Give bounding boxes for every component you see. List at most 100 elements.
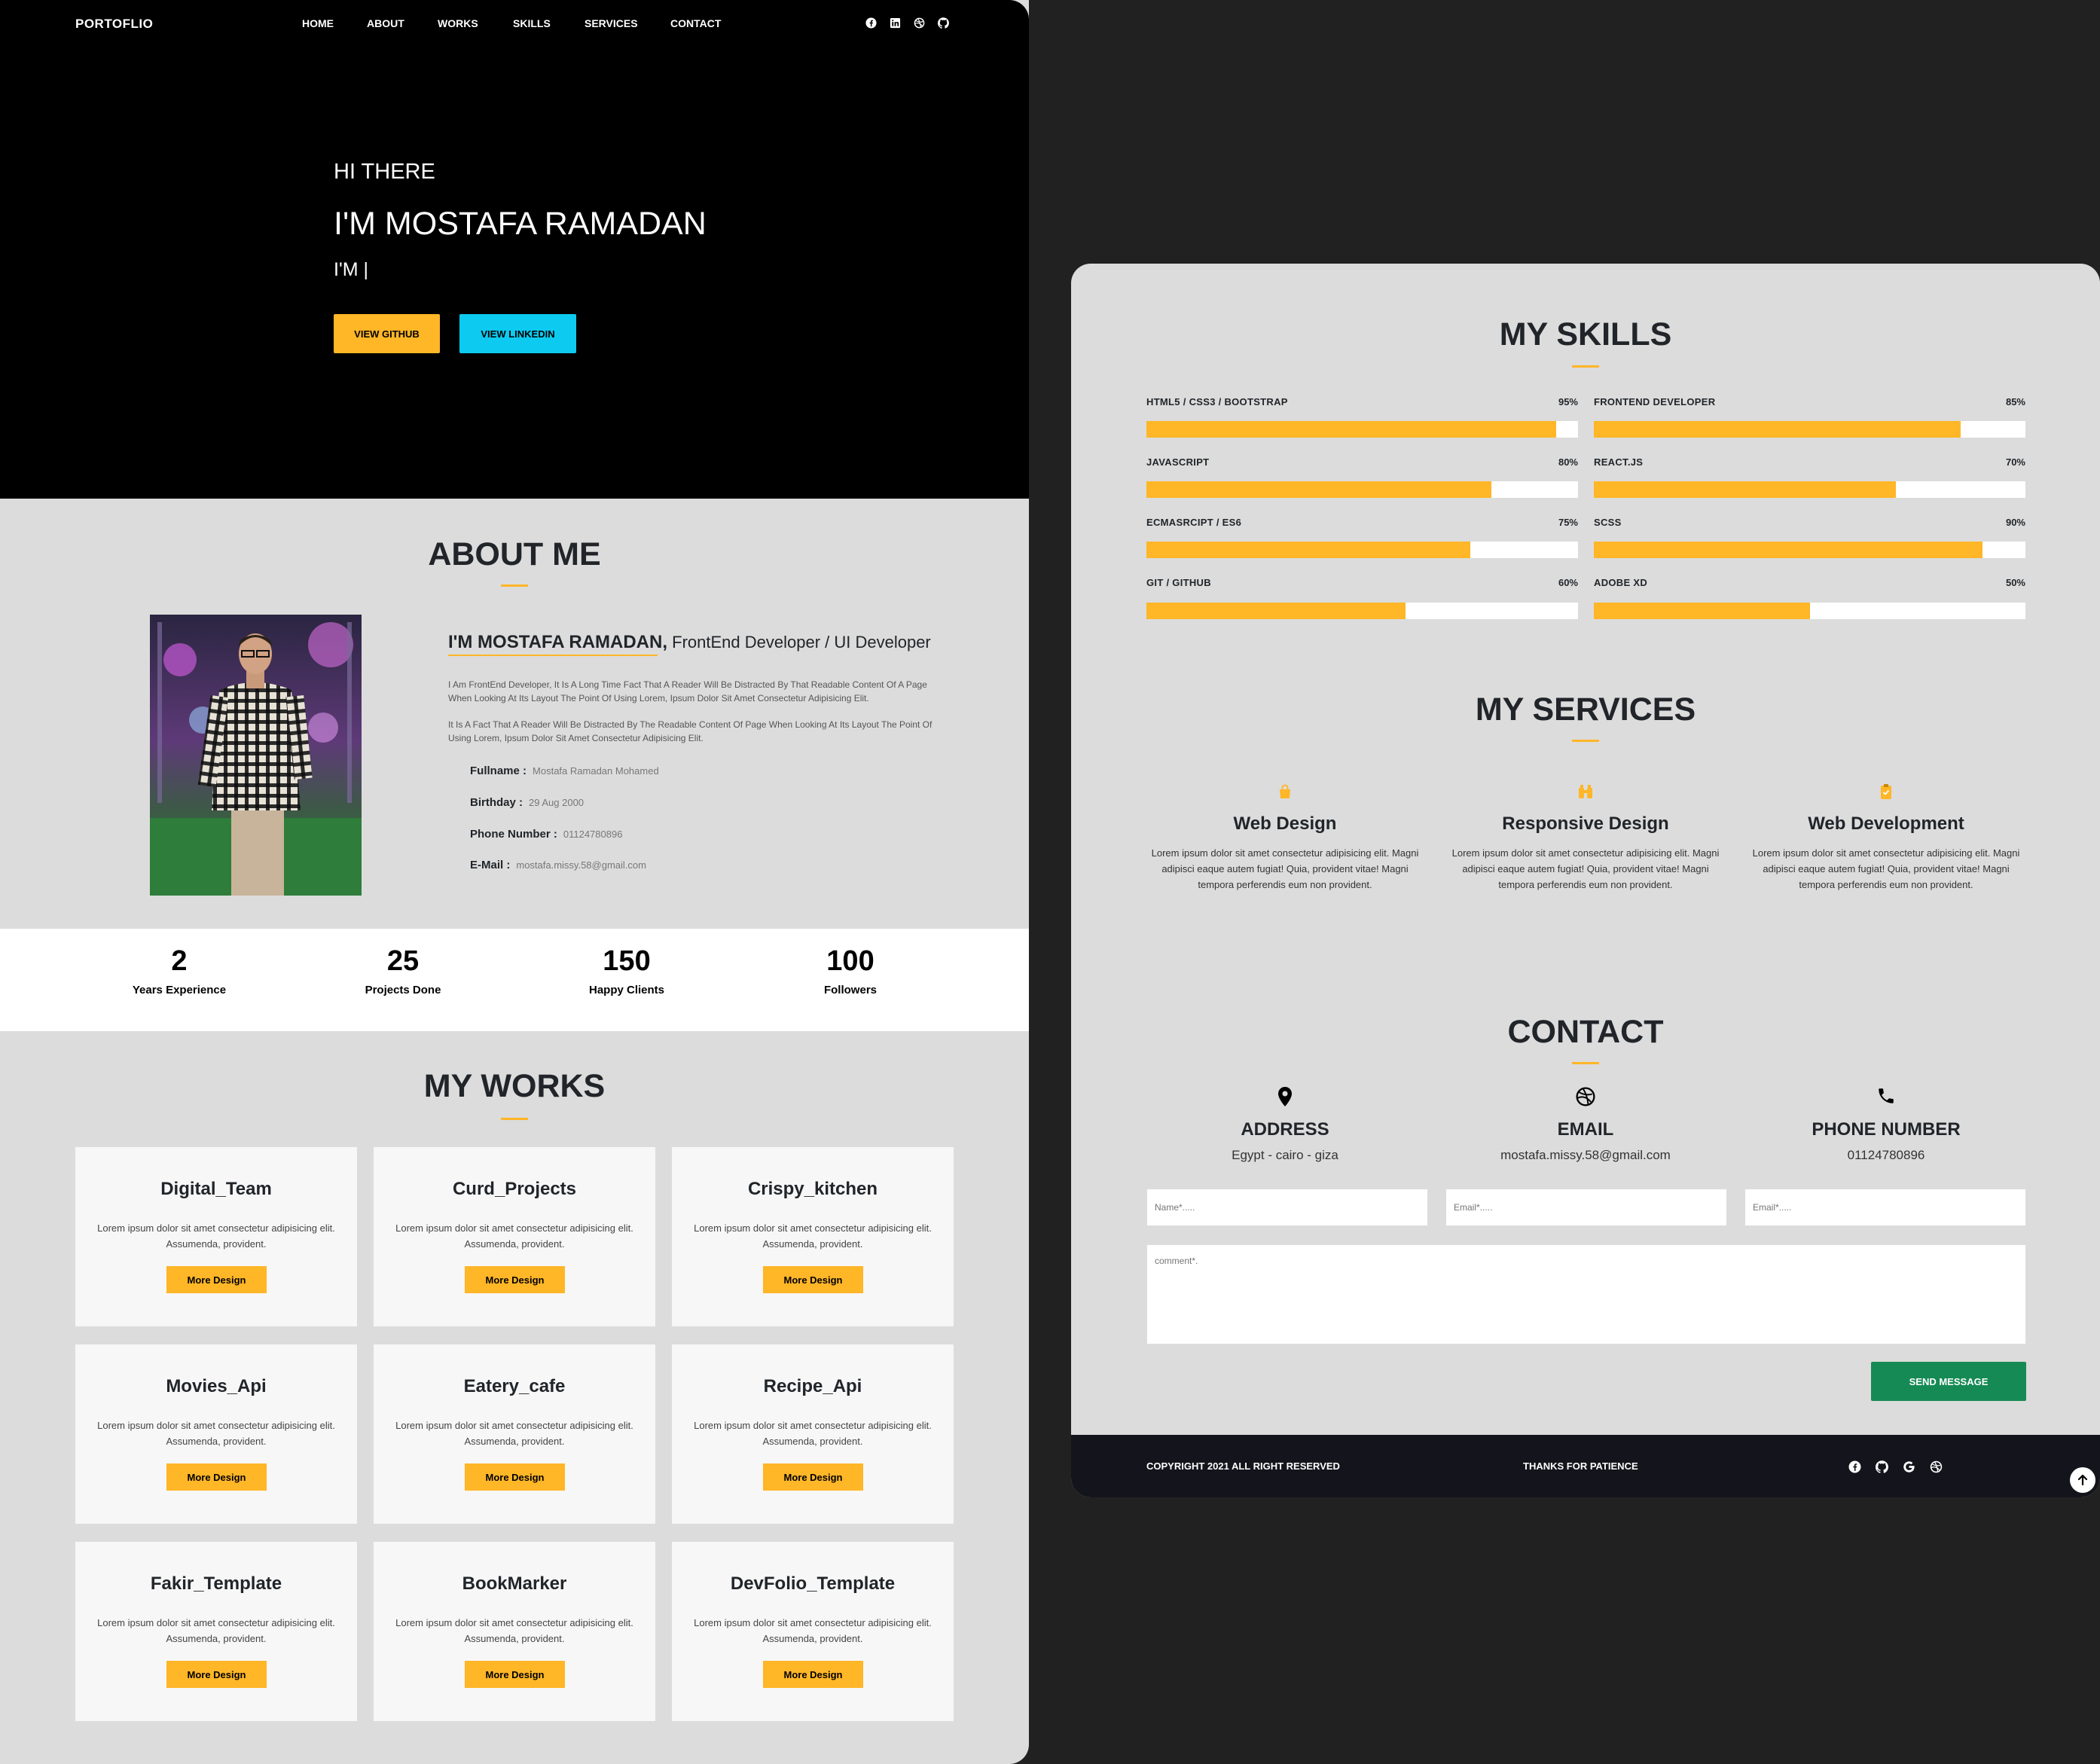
- work-card-title: Movies_Api: [166, 1376, 267, 1396]
- skill-percent: 95%: [1558, 396, 1578, 407]
- about-heading: I'M MOSTAFA RAMADAN, FrontEnd Developer …: [448, 632, 931, 653]
- nav-services[interactable]: SERVICES: [585, 17, 638, 29]
- more-design-button[interactable]: More Design: [166, 1266, 267, 1293]
- skill-name: GIT / GITHUB: [1146, 577, 1211, 588]
- about-heading-role: FrontEnd Developer / UI Developer: [672, 633, 931, 652]
- contact-value: 01124780896: [1847, 1148, 1925, 1162]
- about-heading-name: I'M MOSTAFA RAMADAN,: [448, 632, 668, 652]
- dribbble-icon[interactable]: [913, 17, 925, 29]
- more-design-button[interactable]: More Design: [166, 1661, 267, 1688]
- comment-textarea[interactable]: [1146, 1244, 2026, 1344]
- more-design-button[interactable]: More Design: [166, 1463, 267, 1491]
- contact-label: PHONE NUMBER: [1812, 1119, 1961, 1140]
- work-card-title: Crispy_kitchen: [747, 1179, 878, 1199]
- nav-skills[interactable]: SKILLS: [513, 17, 551, 29]
- skill-percent: 75%: [1558, 517, 1578, 528]
- site-logo[interactable]: PORTOFLIO: [75, 17, 153, 32]
- google-icon[interactable]: [1901, 1459, 1916, 1474]
- contact-phone: PHONE NUMBER 01124780896: [1737, 1086, 2035, 1163]
- skills-title-underline: [1572, 365, 1599, 368]
- contact-label: EMAIL: [1557, 1119, 1614, 1140]
- stat-number: 25: [386, 945, 420, 977]
- info-value: 01124780896: [563, 829, 623, 840]
- work-card-title: Curd_Projects: [452, 1179, 577, 1199]
- info-label: Phone Number: [470, 828, 551, 841]
- skill-bar-fill: [1146, 421, 1557, 438]
- stat-label: Happy Clients: [588, 984, 665, 996]
- skill-bar: [1594, 421, 2025, 438]
- service-desc: Lorem ipsum dolor sit amet consectetur a…: [1151, 847, 1419, 890]
- work-card-title: BookMarker: [462, 1573, 567, 1594]
- skill-percent: 70%: [2005, 456, 2025, 468]
- about-heading-underline: [448, 655, 658, 656]
- skill-percent: 90%: [2005, 517, 2025, 528]
- github-icon[interactable]: [1874, 1459, 1889, 1474]
- work-card-desc: Lorem ipsum dolor sit amet consectetur a…: [395, 1420, 633, 1447]
- linkedin-icon[interactable]: [889, 17, 901, 29]
- more-design-button[interactable]: More Design: [763, 1463, 863, 1491]
- skill-bar-fill: [1594, 542, 1982, 558]
- service-web-development: Web Development Lorem ipsum dolor sit am…: [1737, 783, 2035, 893]
- send-message-button[interactable]: SEND MESSAGE: [1871, 1362, 2026, 1401]
- scroll-to-top-button[interactable]: [2070, 1467, 2095, 1493]
- stat-label: Followers: [823, 984, 877, 996]
- nav-home[interactable]: HOME: [302, 17, 334, 29]
- facebook-icon[interactable]: [865, 17, 877, 29]
- arrow-up-icon: [2077, 1474, 2088, 1486]
- skill-bar-fill: [1146, 603, 1406, 619]
- view-github-button[interactable]: VIEW GITHUB: [334, 314, 440, 353]
- more-design-button[interactable]: More Design: [465, 1266, 565, 1293]
- skill-bar: [1146, 421, 1578, 438]
- service-title: Web Design: [1233, 813, 1337, 834]
- github-icon[interactable]: [937, 17, 949, 29]
- skill-bar-fill: [1594, 603, 1810, 619]
- services-title-underline: [1572, 740, 1599, 742]
- skill-name: ECMASRCIPT / ES6: [1146, 517, 1242, 528]
- phone-icon: [1737, 1086, 2035, 1110]
- email-input-2[interactable]: [1744, 1189, 2026, 1226]
- skill-percent: 50%: [2005, 577, 2025, 588]
- more-design-button[interactable]: More Design: [465, 1661, 565, 1688]
- work-card: Eatery_cafe Lorem ipsum dolor sit amet c…: [374, 1344, 655, 1524]
- hero-typed-text: I'M |: [334, 259, 368, 280]
- skill-percent: 85%: [2005, 396, 2025, 407]
- work-card-title: DevFolio_Template: [730, 1573, 896, 1594]
- skill-name: FRONTEND DEVELOPER: [1594, 396, 1716, 407]
- about-title-underline: [501, 584, 528, 587]
- stat-number: 100: [826, 945, 874, 977]
- nav-about[interactable]: ABOUT: [367, 17, 404, 29]
- info-label: Birthday: [470, 796, 516, 809]
- view-linkedin-button[interactable]: VIEW LINKEDIN: [459, 314, 576, 353]
- contact-address: ADDRESS Egypt - cairo - giza: [1136, 1086, 1434, 1163]
- info-label: E-Mail: [470, 859, 504, 871]
- contact-label: ADDRESS: [1241, 1119, 1329, 1140]
- facebook-icon[interactable]: [1847, 1459, 1862, 1474]
- skill-bar-fill: [1146, 481, 1492, 498]
- name-input[interactable]: [1146, 1189, 1428, 1226]
- info-value: mostafa.missy.58@gmail.com: [516, 859, 646, 871]
- work-card: Fakir_Template Lorem ipsum dolor sit ame…: [75, 1542, 357, 1721]
- skill-percent: 80%: [1558, 456, 1578, 468]
- info-birthday: Birthday :29 Aug 2000: [470, 796, 585, 809]
- contact-value: Egypt - cairo - giza: [1232, 1148, 1338, 1162]
- thanks-text: THANKS FOR PATIENCE: [1523, 1460, 1638, 1472]
- copyright-text: COPYRIGHT 2021 ALL RIGHT RESERVED: [1146, 1460, 1340, 1472]
- email-input[interactable]: [1445, 1189, 1727, 1226]
- skill-bar: [1146, 481, 1578, 498]
- work-card-title: Digital_Team: [160, 1179, 272, 1199]
- more-design-button[interactable]: More Design: [465, 1463, 565, 1491]
- skill-bar: [1594, 542, 2025, 558]
- work-card-desc: Lorem ipsum dolor sit amet consectetur a…: [694, 1222, 932, 1250]
- nav-contact[interactable]: CONTACT: [670, 17, 721, 29]
- contact-title-underline: [1572, 1062, 1599, 1064]
- nav-works[interactable]: WORKS: [438, 17, 478, 29]
- more-design-button[interactable]: More Design: [763, 1661, 863, 1688]
- skill-bar: [1594, 481, 2025, 498]
- dribbble-icon[interactable]: [1928, 1459, 1943, 1474]
- about-title: ABOUT ME: [428, 536, 601, 572]
- skills-title: MY SKILLS: [1499, 316, 1672, 352]
- skill-percent: 60%: [1558, 577, 1578, 588]
- work-card: Crispy_kitchen Lorem ipsum dolor sit ame…: [672, 1147, 954, 1326]
- work-card: Digital_Team Lorem ipsum dolor sit amet …: [75, 1147, 357, 1326]
- more-design-button[interactable]: More Design: [763, 1266, 863, 1293]
